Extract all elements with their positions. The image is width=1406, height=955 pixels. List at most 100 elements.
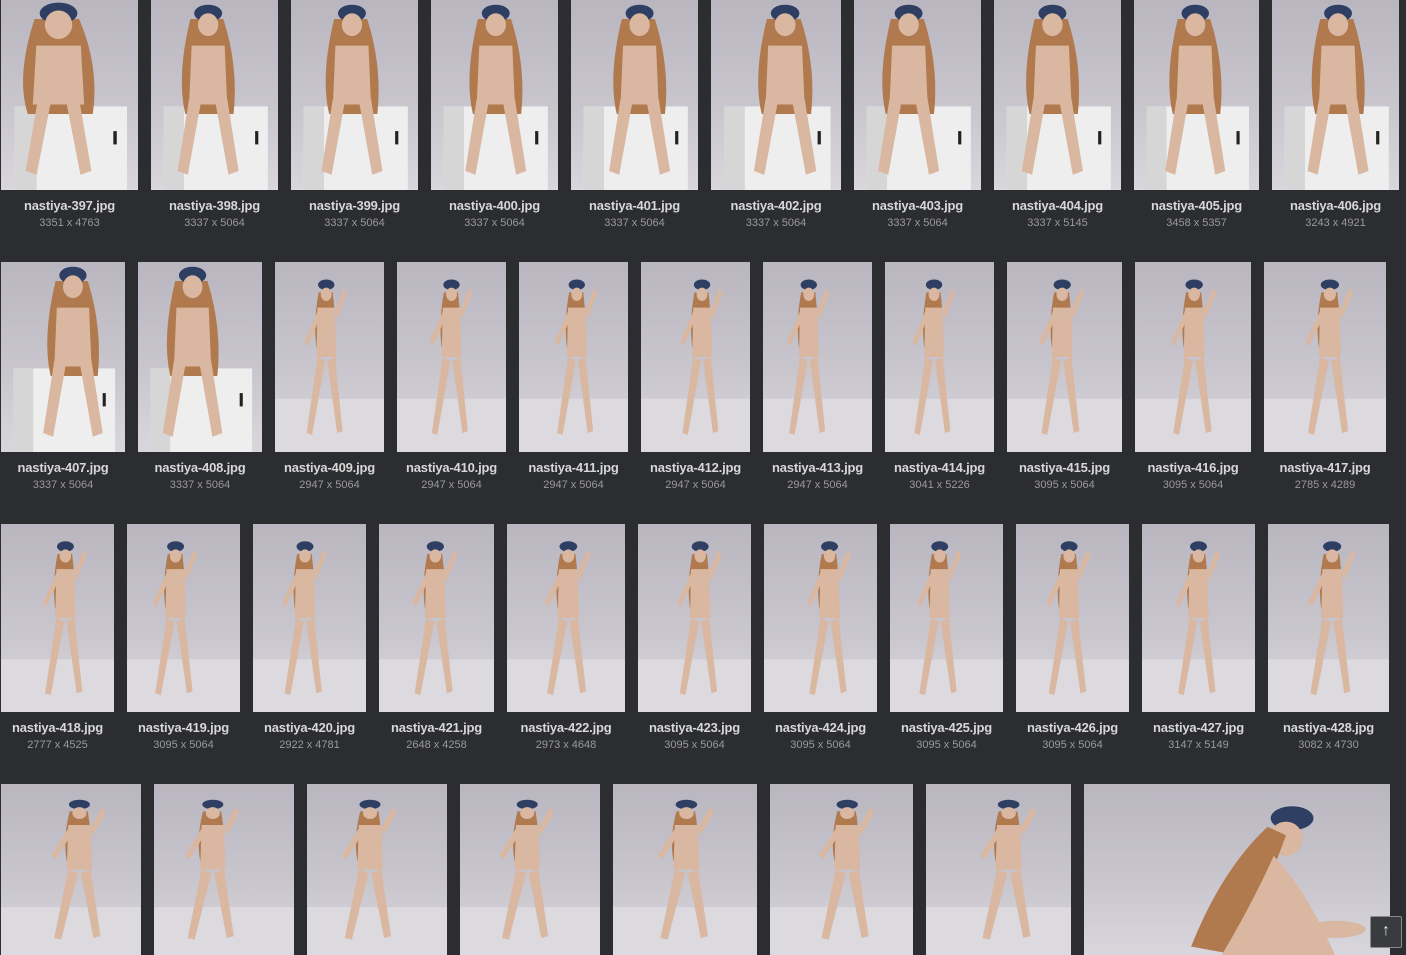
gallery-item[interactable]: nastiya-410.jpg 2947 x 5064: [397, 262, 506, 491]
file-name[interactable]: nastiya-411.jpg: [528, 460, 618, 475]
gallery-item[interactable]: nastiya-413.jpg 2947 x 5064: [763, 262, 872, 491]
thumbnail-image[interactable]: [1084, 784, 1390, 955]
file-name[interactable]: nastiya-425.jpg: [901, 720, 992, 735]
gallery-item[interactable]: nastiya-428.jpg 3082 x 4730: [1268, 524, 1389, 751]
file-name[interactable]: nastiya-397.jpg: [24, 198, 115, 213]
file-name[interactable]: nastiya-413.jpg: [772, 460, 863, 475]
gallery-item[interactable]: nastiya-422.jpg 2973 x 4648: [507, 524, 625, 751]
thumbnail-image[interactable]: [379, 524, 494, 712]
thumbnail-image[interactable]: [1272, 0, 1399, 190]
gallery-item[interactable]: nastiya-427.jpg 3147 x 5149: [1142, 524, 1255, 751]
gallery-item[interactable]: [307, 784, 447, 955]
gallery-item[interactable]: [460, 784, 600, 955]
gallery-item[interactable]: nastiya-419.jpg 3095 x 5064: [127, 524, 240, 751]
thumbnail-image[interactable]: [1142, 524, 1255, 712]
gallery-item[interactable]: [770, 784, 913, 955]
gallery-item[interactable]: nastiya-400.jpg 3337 x 5064: [431, 0, 558, 229]
file-name[interactable]: nastiya-422.jpg: [521, 720, 612, 735]
file-name[interactable]: nastiya-406.jpg: [1290, 198, 1381, 213]
thumbnail-image[interactable]: [138, 262, 262, 452]
thumbnail-image[interactable]: [1, 524, 114, 712]
file-name[interactable]: nastiya-400.jpg: [449, 198, 540, 213]
thumbnail-image[interactable]: [854, 0, 981, 190]
file-name[interactable]: nastiya-420.jpg: [264, 720, 355, 735]
file-name[interactable]: nastiya-426.jpg: [1027, 720, 1118, 735]
gallery-item[interactable]: [926, 784, 1071, 955]
thumbnail-image[interactable]: [291, 0, 418, 190]
thumbnail-image[interactable]: [460, 784, 600, 955]
thumbnail-image[interactable]: [1264, 262, 1386, 452]
file-name[interactable]: nastiya-409.jpg: [284, 460, 375, 475]
thumbnail-image[interactable]: [397, 262, 506, 452]
thumbnail-image[interactable]: [1135, 262, 1251, 452]
file-name[interactable]: nastiya-428.jpg: [1283, 720, 1374, 735]
file-name[interactable]: nastiya-416.jpg: [1148, 460, 1239, 475]
gallery-item[interactable]: [1084, 784, 1390, 955]
gallery-item[interactable]: nastiya-420.jpg 2922 x 4781: [253, 524, 366, 751]
file-name[interactable]: nastiya-399.jpg: [309, 198, 400, 213]
thumbnail-image[interactable]: [1268, 524, 1389, 712]
file-name[interactable]: nastiya-424.jpg: [775, 720, 866, 735]
file-name[interactable]: nastiya-421.jpg: [391, 720, 482, 735]
thumbnail-image[interactable]: [154, 784, 294, 955]
gallery-item[interactable]: [613, 784, 757, 955]
gallery-item[interactable]: nastiya-421.jpg 2648 x 4258: [379, 524, 494, 751]
gallery-item[interactable]: nastiya-418.jpg 2777 x 4525: [1, 524, 114, 751]
file-name[interactable]: nastiya-419.jpg: [138, 720, 229, 735]
file-name[interactable]: nastiya-401.jpg: [589, 198, 680, 213]
thumbnail-image[interactable]: [571, 0, 698, 190]
thumbnail-image[interactable]: [994, 0, 1121, 190]
thumbnail-image[interactable]: [1, 784, 141, 955]
gallery-item[interactable]: nastiya-405.jpg 3458 x 5357: [1134, 0, 1259, 229]
thumbnail-image[interactable]: [885, 262, 994, 452]
thumbnail-image[interactable]: [926, 784, 1071, 955]
gallery-item[interactable]: [154, 784, 294, 955]
thumbnail-image[interactable]: [1134, 0, 1259, 190]
thumbnail-image[interactable]: [1, 262, 125, 452]
gallery-item[interactable]: nastiya-404.jpg 3337 x 5145: [994, 0, 1121, 229]
gallery-item[interactable]: nastiya-398.jpg 3337 x 5064: [151, 0, 278, 229]
thumbnail-image[interactable]: [711, 0, 841, 190]
gallery-item[interactable]: nastiya-414.jpg 3041 x 5226: [885, 262, 994, 491]
gallery-item[interactable]: nastiya-399.jpg 3337 x 5064: [291, 0, 418, 229]
file-name[interactable]: nastiya-423.jpg: [649, 720, 740, 735]
file-name[interactable]: nastiya-410.jpg: [406, 460, 497, 475]
file-name[interactable]: nastiya-418.jpg: [12, 720, 103, 735]
file-name[interactable]: nastiya-398.jpg: [169, 198, 260, 213]
thumbnail-image[interactable]: [253, 524, 366, 712]
file-name[interactable]: nastiya-405.jpg: [1151, 198, 1242, 213]
gallery-item[interactable]: nastiya-401.jpg 3337 x 5064: [571, 0, 698, 229]
thumbnail-image[interactable]: [613, 784, 757, 955]
gallery-item[interactable]: nastiya-416.jpg 3095 x 5064: [1135, 262, 1251, 491]
gallery-item[interactable]: nastiya-406.jpg 3243 x 4921: [1272, 0, 1399, 229]
thumbnail-image[interactable]: [127, 524, 240, 712]
file-name[interactable]: nastiya-403.jpg: [872, 198, 963, 213]
gallery-item[interactable]: nastiya-424.jpg 3095 x 5064: [764, 524, 877, 751]
gallery-item[interactable]: nastiya-402.jpg 3337 x 5064: [711, 0, 841, 229]
file-name[interactable]: nastiya-404.jpg: [1012, 198, 1103, 213]
thumbnail-image[interactable]: [638, 524, 751, 712]
file-name[interactable]: nastiya-408.jpg: [155, 460, 246, 475]
file-name[interactable]: nastiya-417.jpg: [1280, 460, 1371, 475]
scroll-to-top-button[interactable]: ↑: [1370, 916, 1402, 948]
thumbnail-image[interactable]: [1016, 524, 1129, 712]
thumbnail-image[interactable]: [519, 262, 628, 452]
file-name[interactable]: nastiya-407.jpg: [18, 460, 109, 475]
file-name[interactable]: nastiya-427.jpg: [1153, 720, 1244, 735]
thumbnail-image[interactable]: [275, 262, 384, 452]
gallery-item[interactable]: nastiya-417.jpg 2785 x 4289: [1264, 262, 1386, 491]
thumbnail-image[interactable]: [1007, 262, 1122, 452]
gallery-item[interactable]: [1, 784, 141, 955]
gallery-item[interactable]: nastiya-409.jpg 2947 x 5064: [275, 262, 384, 491]
gallery-item[interactable]: nastiya-412.jpg 2947 x 5064: [641, 262, 750, 491]
gallery-item[interactable]: nastiya-423.jpg 3095 x 5064: [638, 524, 751, 751]
file-name[interactable]: nastiya-414.jpg: [894, 460, 985, 475]
file-name[interactable]: nastiya-415.jpg: [1019, 460, 1110, 475]
gallery-item[interactable]: nastiya-397.jpg 3351 x 4763: [1, 0, 138, 229]
file-name[interactable]: nastiya-402.jpg: [731, 198, 822, 213]
file-name[interactable]: nastiya-412.jpg: [650, 460, 741, 475]
thumbnail-image[interactable]: [507, 524, 625, 712]
thumbnail-image[interactable]: [1, 0, 138, 190]
thumbnail-image[interactable]: [641, 262, 750, 452]
thumbnail-image[interactable]: [890, 524, 1003, 712]
